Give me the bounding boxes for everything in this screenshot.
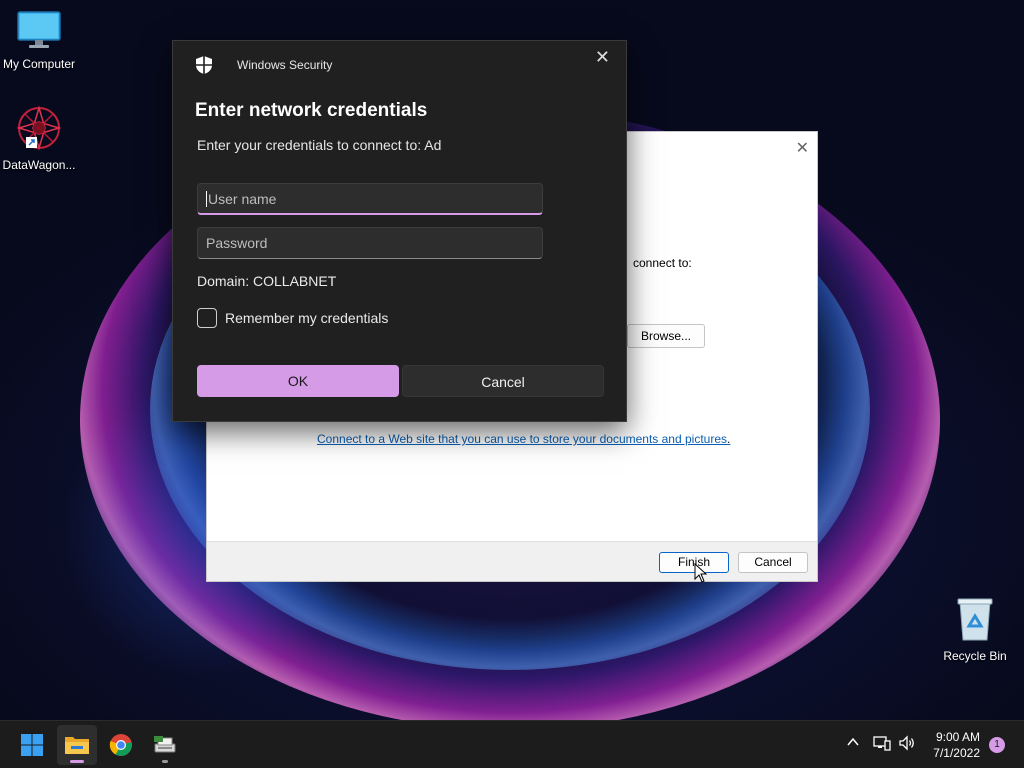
- remember-credentials-label: Remember my credentials: [225, 310, 389, 326]
- app-icon: [154, 736, 176, 753]
- shield-icon: [196, 56, 212, 74]
- chrome-icon: [109, 734, 132, 756]
- close-icon[interactable]: ✕: [595, 47, 610, 68]
- start-button[interactable]: [12, 725, 52, 765]
- wizard-cancel-button[interactable]: Cancel: [738, 552, 808, 573]
- recycle-bin-icon: [957, 598, 993, 641]
- domain-label: Domain: COLLABNET: [197, 273, 337, 289]
- checkbox-box[interactable]: [197, 308, 217, 328]
- dialog-subtitle: Enter your credentials to connect to: Ad: [197, 137, 442, 153]
- monitor-icon: [17, 11, 61, 48]
- show-hidden-icons-chevron-icon[interactable]: [846, 735, 860, 752]
- desktop-icon-my-computer[interactable]: My Computer: [0, 10, 79, 71]
- windows-security-dialog: Windows Security ✕ Enter network credent…: [172, 40, 627, 422]
- datawagon-app-icon: [16, 105, 62, 151]
- desktop-icon-label: Recycle Bin: [943, 649, 1007, 663]
- web-site-link[interactable]: Connect to a Web site that you can use t…: [317, 432, 727, 446]
- running-indicator: [162, 760, 168, 763]
- app-taskbar-button[interactable]: [145, 725, 185, 765]
- clock-date: 7/1/2022: [933, 746, 980, 760]
- connect-to-label: connect to:: [633, 256, 692, 270]
- start-icon: [21, 734, 43, 756]
- desktop-icon-datawagon[interactable]: DataWagon...: [0, 105, 79, 172]
- mouse-cursor-icon: [694, 563, 708, 583]
- text-caret: [206, 191, 207, 207]
- dialog-header: Windows Security: [195, 55, 332, 75]
- web-link-line: Connect to a Web site that you can use t…: [317, 432, 730, 446]
- file-explorer-taskbar-button[interactable]: [57, 725, 97, 765]
- desktop-icon-recycle-bin[interactable]: Recycle Bin: [935, 596, 1015, 663]
- password-placeholder: Password: [206, 235, 268, 251]
- desktop-icon-label: DataWagon...: [2, 158, 76, 172]
- ok-button[interactable]: OK: [197, 365, 399, 397]
- chrome-taskbar-button[interactable]: [101, 725, 141, 765]
- wizard-footer: Finish Cancel: [207, 541, 817, 581]
- active-indicator: [70, 760, 84, 763]
- taskbar: 9:00 AM 7/1/2022 1: [0, 720, 1024, 768]
- password-input[interactable]: Password: [197, 227, 543, 259]
- browse-button[interactable]: Browse...: [627, 324, 705, 348]
- web-link-period: .: [727, 432, 731, 446]
- notification-badge[interactable]: 1: [989, 737, 1005, 753]
- network-icon[interactable]: [873, 735, 891, 754]
- cancel-button[interactable]: Cancel: [402, 365, 604, 397]
- username-placeholder: User name: [208, 191, 277, 207]
- dialog-heading: Enter network credentials: [195, 100, 428, 121]
- close-icon[interactable]: ✕: [796, 138, 809, 158]
- desktop-icon-label: My Computer: [2, 57, 76, 71]
- volume-icon[interactable]: [898, 735, 916, 754]
- dialog-app-title: Windows Security: [237, 58, 333, 72]
- clock[interactable]: 9:00 AM 7/1/2022: [933, 729, 980, 761]
- username-input[interactable]: User name: [197, 183, 543, 215]
- clock-time: 9:00 AM: [935, 730, 980, 744]
- remember-credentials-checkbox[interactable]: Remember my credentials: [197, 308, 388, 328]
- file-explorer-icon: [65, 737, 89, 754]
